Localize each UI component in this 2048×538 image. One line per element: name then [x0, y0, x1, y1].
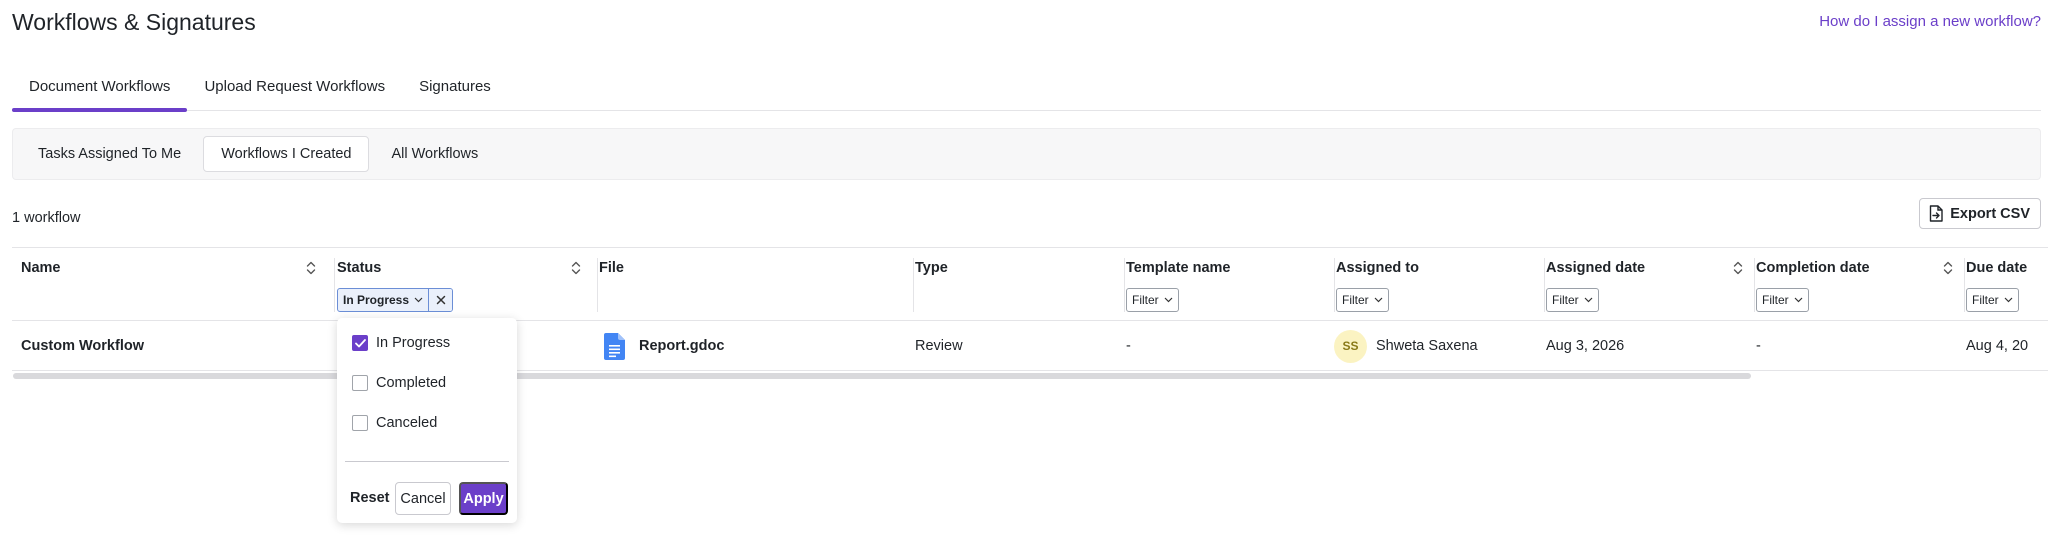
cancel-button[interactable]: Cancel: [395, 482, 451, 515]
column-type-label: Type: [915, 260, 948, 276]
sort-updown-icon[interactable]: [305, 260, 317, 276]
row-assigned-date: Aug 3, 2026: [1546, 338, 1625, 354]
table-header: Name Status In Progress File Type Templa…: [12, 247, 2048, 321]
assignee-filter-button[interactable]: Filter: [1336, 288, 1389, 312]
checkmark-icon: [354, 338, 366, 347]
checkbox[interactable]: [352, 335, 368, 351]
status-filter-chip-label: In Progress: [343, 293, 410, 307]
export-csv-button[interactable]: Export CSV: [1919, 198, 2041, 229]
column-template: Template name Filter: [1126, 248, 1335, 320]
column-due-date: Due date Filter: [1966, 248, 2048, 320]
row-assignee-name: Shweta Saxena: [1376, 338, 1478, 354]
export-csv-label: Export CSV: [1950, 205, 2030, 222]
help-link[interactable]: How do I assign a new workflow?: [1819, 13, 2041, 30]
column-assigned-to: Assigned to Filter: [1336, 248, 1545, 320]
close-icon: [436, 295, 445, 305]
apply-button[interactable]: Apply: [459, 482, 508, 515]
page-title: Workflows & Signatures: [12, 9, 256, 35]
row-file[interactable]: Report.gdoc: [604, 321, 724, 371]
chevron-down-icon: [1164, 297, 1173, 303]
status-filter-chip: In Progress: [337, 288, 454, 312]
status-option-label: In Progress: [376, 335, 451, 351]
row-due-date: Aug 4, 20: [1966, 338, 2029, 354]
column-assigned-to-label: Assigned to: [1336, 260, 1419, 276]
filter-label: Filter: [1342, 293, 1369, 307]
status-option-label: Canceled: [376, 415, 438, 431]
column-status-label: Status: [337, 260, 382, 276]
chevron-down-icon: [2004, 297, 2013, 303]
chevron-down-icon: [1374, 297, 1383, 303]
avatar: SS: [1334, 329, 1367, 363]
column-template-label: Template name: [1126, 260, 1231, 276]
row-completion-date: -: [1756, 338, 1761, 354]
column-status: Status In Progress: [336, 248, 598, 320]
sort-updown-icon[interactable]: [1732, 260, 1744, 276]
main-tabs: Document Workflows Upload Request Workfl…: [12, 64, 2041, 112]
tab-signatures[interactable]: Signatures: [402, 64, 508, 111]
export-file-icon: [1930, 205, 1943, 222]
horizontal-scrollbar[interactable]: [13, 373, 1751, 379]
status-filter-chip-toggle[interactable]: In Progress: [338, 289, 428, 311]
completion-date-filter-button[interactable]: Filter: [1756, 288, 1809, 312]
column-name-label: Name: [21, 260, 61, 276]
reset-button[interactable]: Reset: [350, 490, 390, 506]
row-template: -: [1126, 338, 1131, 354]
row-file-name: Report.gdoc: [639, 338, 725, 354]
sub-tabs: Tasks Assigned To Me Workflows I Created…: [12, 128, 2041, 180]
column-type: Type: [915, 248, 1125, 320]
subtab-workflows-created[interactable]: Workflows I Created: [203, 136, 370, 172]
filter-label: Filter: [1552, 293, 1579, 307]
template-filter-button[interactable]: Filter: [1126, 288, 1179, 312]
status-option-in-progress[interactable]: In Progress: [352, 335, 450, 351]
row-assignee: SS Shweta Saxena: [1334, 321, 1478, 371]
subtab-tasks-assigned[interactable]: Tasks Assigned To Me: [20, 136, 199, 172]
column-name: Name: [12, 248, 335, 320]
status-option-canceled[interactable]: Canceled: [352, 415, 437, 431]
tab-document-workflows[interactable]: Document Workflows: [12, 64, 188, 112]
chevron-down-icon: [1794, 297, 1803, 303]
filter-label: Filter: [1972, 293, 1999, 307]
chevron-down-icon: [414, 297, 423, 303]
sort-updown-icon[interactable]: [1942, 260, 1954, 276]
workflows-table: Name Status In Progress File Type Templa…: [12, 247, 2048, 371]
filter-label: Filter: [1762, 293, 1789, 307]
column-assigned-date: Assigned date Filter: [1546, 248, 1755, 320]
chevron-down-icon: [1584, 297, 1593, 303]
clear-status-filter-button[interactable]: [428, 289, 453, 311]
column-assigned-date-label: Assigned date: [1546, 260, 1646, 276]
row-type: Review: [915, 338, 963, 354]
status-filter-dropdown: In Progress Completed Canceled Reset Can…: [337, 318, 517, 523]
status-option-label: Completed: [376, 375, 447, 391]
subtab-all-workflows[interactable]: All Workflows: [373, 136, 496, 172]
tab-upload-request-workflows[interactable]: Upload Request Workflows: [187, 64, 402, 111]
column-completion-date: Completion date Filter: [1756, 248, 1965, 320]
column-due-date-label: Due date: [1966, 260, 2028, 276]
status-option-completed[interactable]: Completed: [352, 375, 446, 391]
filter-label: Filter: [1132, 293, 1159, 307]
row-name[interactable]: Custom Workflow: [21, 321, 144, 371]
sort-updown-icon[interactable]: [570, 260, 582, 276]
due-date-filter-button[interactable]: Filter: [1966, 288, 2019, 312]
column-completion-date-label: Completion date: [1756, 260, 1870, 276]
assigned-date-filter-button[interactable]: Filter: [1546, 288, 1599, 312]
column-file: File: [599, 248, 914, 320]
google-doc-icon: [604, 332, 625, 360]
checkbox[interactable]: [352, 375, 368, 391]
workflow-count: 1 workflow: [12, 210, 81, 226]
dropdown-divider: [345, 461, 509, 462]
checkbox[interactable]: [352, 415, 368, 431]
table-row[interactable]: Custom Workflow Report.gdoc Review - SS …: [12, 321, 2048, 371]
column-file-label: File: [599, 260, 624, 276]
